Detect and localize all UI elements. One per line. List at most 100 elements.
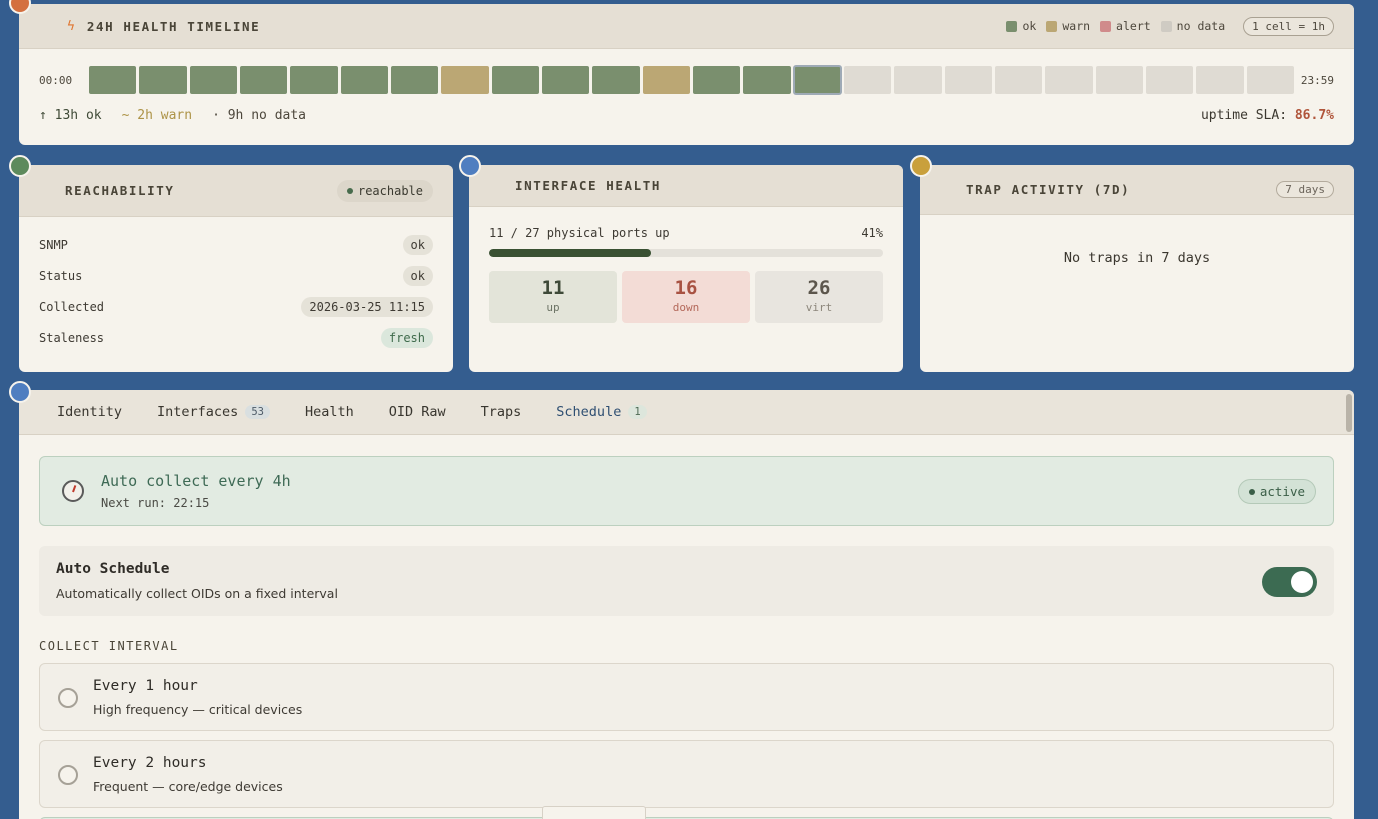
timeline-start-label: 00:00: [39, 73, 73, 87]
timeline-cell-nd[interactable]: [1196, 66, 1244, 94]
marker-dot-reachability: [9, 155, 31, 177]
ports-progress-fill: [489, 249, 651, 257]
nodata-hours-summary: · 9h no data: [212, 108, 306, 123]
ports-up-percent: 41%: [861, 226, 883, 240]
timeline-cell-ok[interactable]: [541, 66, 590, 94]
scrollbar[interactable]: [1346, 394, 1352, 432]
timeline-end-label: 23:59: [1300, 73, 1334, 87]
legend-alert: alert: [1100, 19, 1151, 33]
tab-identity[interactable]: Identity: [57, 404, 122, 420]
legend-ok: ok: [1006, 19, 1036, 33]
interface-health-title: INTERFACE HEALTH: [515, 178, 662, 193]
toggle-knob: [1291, 571, 1313, 593]
legend-warn: warn: [1046, 19, 1090, 33]
timeline-cell-ok[interactable]: [491, 66, 539, 94]
status-row: Status ok: [39, 266, 433, 286]
uptime-sla-value: 86.7%: [1294, 108, 1334, 123]
reachability-card: REACHABILITY reachable SNMP ok Status ok C…: [19, 165, 453, 372]
next-run-text: Next run: 22:15: [101, 496, 210, 510]
auto-schedule-title: Auto Schedule: [56, 561, 170, 577]
interval-option-title: Every 2 hours: [93, 755, 207, 771]
ports-up-stat: 11 up: [489, 271, 617, 323]
staleness-row: Staleness fresh: [39, 328, 433, 348]
timeline-cell-ok[interactable]: [743, 66, 791, 94]
clock-icon: [62, 480, 84, 502]
marker-dot-traps: [910, 155, 932, 177]
timeline-cell-nd[interactable]: [1045, 66, 1093, 94]
timeline-cell-warn[interactable]: [642, 66, 690, 94]
radio-1h[interactable]: [58, 688, 78, 708]
collected-row: Collected 2026-03-25 11:15: [39, 297, 433, 317]
schedule-count-badge: 1: [628, 405, 647, 419]
collect-interval-label: COLLECT INTERVAL: [39, 639, 179, 653]
timeline-cell-ok[interactable]: [239, 66, 288, 94]
ports-progress-bar: [489, 249, 883, 257]
staleness-value: fresh: [380, 328, 433, 348]
timeline-cell-ok[interactable]: [792, 65, 842, 95]
active-dot-icon: [1248, 488, 1255, 495]
interval-option-2h[interactable]: Every 2 hours Frequent — core/edge devic…: [39, 740, 1334, 808]
timeline-cell-ok[interactable]: [290, 66, 338, 94]
schedule-status-banner: Auto collect every 4h Next run: 22:15 ac…: [39, 456, 1334, 526]
ports-down-stat: 16 down: [622, 271, 750, 323]
status-value: ok: [402, 266, 433, 286]
interface-health-header: INTERFACE HEALTH: [469, 165, 903, 207]
auto-schedule-row: Auto Schedule Automatically collect OIDs…: [39, 546, 1334, 616]
warn-hours-summary: ~ 2h warn: [121, 108, 193, 123]
auto-schedule-description: Automatically collect OIDs on a fixed in…: [56, 586, 338, 601]
tab-traps[interactable]: Traps: [481, 404, 522, 420]
cell-scale-badge: 1 cell = 1h: [1243, 16, 1334, 36]
device-detail-panel: Identity Interfaces 53 Health OID Raw Tra…: [19, 390, 1354, 819]
timeline-cell-ok[interactable]: [139, 66, 187, 94]
no-traps-message: No traps in 7 days: [1063, 250, 1211, 266]
timeline-cell-ok[interactable]: [390, 66, 439, 94]
timeline-cell-warn[interactable]: [441, 66, 489, 94]
timeline-cell-nd[interactable]: [1145, 66, 1194, 94]
trap-range-badge: 7 days: [1276, 181, 1334, 198]
timeline-legend: ok warn alert no data 1 cell = 1h: [1006, 16, 1334, 36]
timeline-cell-nd[interactable]: [1095, 66, 1143, 94]
tab-oid-raw[interactable]: OID Raw: [389, 404, 446, 420]
marker-dot-interface: [459, 155, 481, 177]
health-timeline-card: ϟ 24H HEALTH TIMELINE ok warn alert no d…: [19, 4, 1354, 145]
reachability-header: REACHABILITY reachable: [19, 165, 453, 217]
trap-activity-card: TRAP ACTIVITY (7D) 7 days No traps in 7 …: [920, 165, 1354, 372]
timeline-cell-nd[interactable]: [843, 66, 892, 94]
timeline-title: 24H HEALTH TIMELINE: [86, 18, 261, 34]
snmp-row: SNMP ok: [39, 235, 433, 255]
auto-schedule-toggle[interactable]: [1262, 567, 1317, 597]
tooltip: [542, 806, 646, 819]
ports-virtual-stat: 26 virt: [755, 271, 883, 323]
timeline-cell-ok[interactable]: [340, 66, 388, 94]
reachability-title: REACHABILITY: [65, 183, 175, 198]
timeline-cell-nd[interactable]: [1246, 66, 1294, 94]
ok-hours-summary: ↑ 13h ok: [39, 108, 102, 123]
tab-health[interactable]: Health: [305, 404, 354, 420]
interval-option-description: Frequent — core/edge devices: [93, 779, 283, 794]
timeline-cell-nd[interactable]: [944, 66, 992, 94]
tab-bar: Identity Interfaces 53 Health OID Raw Tra…: [19, 390, 1354, 435]
trap-activity-header: TRAP ACTIVITY (7D) 7 days: [920, 165, 1354, 215]
timeline-cell-ok[interactable]: [189, 66, 237, 94]
snmp-value: ok: [402, 235, 433, 255]
timeline-header: ϟ 24H HEALTH TIMELINE ok warn alert no d…: [19, 4, 1354, 49]
bolt-icon: ϟ: [67, 18, 75, 34]
ports-up-text: 11 / 27 physical ports up: [489, 226, 670, 240]
timeline-cell-ok[interactable]: [89, 66, 137, 94]
timeline-cells: [89, 65, 1294, 95]
tab-interfaces[interactable]: Interfaces 53: [157, 404, 270, 420]
legend-no-data: no data: [1160, 19, 1225, 33]
status-dot-icon: [346, 187, 353, 194]
timeline-cell-ok[interactable]: [692, 66, 741, 94]
marker-dot-main: [9, 381, 31, 403]
reachable-badge: reachable: [336, 179, 433, 202]
timeline-cell-ok[interactable]: [592, 66, 640, 94]
tab-schedule[interactable]: Schedule 1: [556, 404, 647, 420]
interval-option-1h[interactable]: Every 1 hour High frequency — critical d…: [39, 663, 1334, 731]
timeline-cell-nd[interactable]: [894, 66, 942, 94]
interfaces-count-badge: 53: [245, 405, 270, 419]
radio-2h[interactable]: [58, 765, 78, 785]
timeline-cell-nd[interactable]: [994, 66, 1043, 94]
uptime-sla: uptime SLA: 86.7%: [1200, 108, 1334, 123]
trap-activity-title: TRAP ACTIVITY (7D): [966, 182, 1131, 197]
